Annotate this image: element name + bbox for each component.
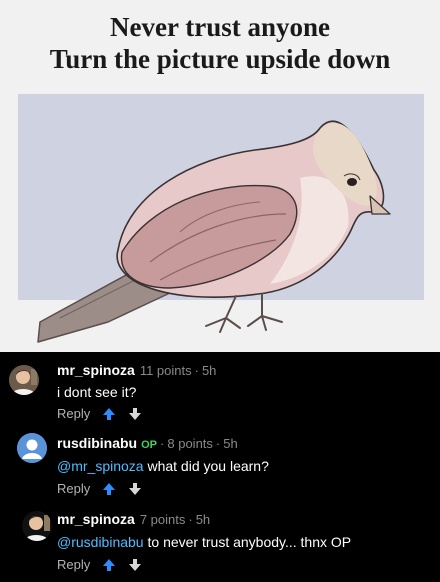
arrow-down-icon[interactable] — [128, 482, 142, 496]
comment-text: i dont see it? — [57, 384, 137, 400]
timestamp: 5h — [195, 512, 211, 527]
comment-body: @mr_spinoza what did you learn? — [57, 458, 269, 474]
username[interactable]: mr_spinoza — [57, 511, 135, 527]
reply-button[interactable]: Reply — [57, 557, 90, 572]
post-page: Never trust anyone Turn the picture upsi… — [0, 0, 440, 582]
comment-text: to never trust anybody... thnx OP — [143, 534, 352, 550]
reply-button[interactable]: Reply — [57, 481, 90, 496]
meta-separator: · — [215, 436, 221, 451]
meme-caption-line-1: Never trust anyone — [110, 12, 330, 42]
timestamp: 5h — [201, 363, 217, 378]
username[interactable]: mr_spinoza — [57, 362, 135, 378]
user-mention-link[interactable]: @rusdibinabu — [57, 534, 144, 550]
timestamp: 5h — [223, 436, 238, 451]
reply-button[interactable]: Reply — [57, 406, 90, 421]
user-silhouette-icon — [17, 433, 47, 463]
arrow-up-icon[interactable] — [102, 558, 116, 572]
meme-image: Never trust anyone Turn the picture upsi… — [0, 0, 440, 352]
avatar[interactable] — [17, 433, 47, 463]
user-photo-icon — [9, 365, 39, 395]
points-count: 11 points — [139, 363, 192, 378]
user-mention-link[interactable]: @mr_spinoza — [57, 458, 144, 474]
comment-actions: Reply — [57, 557, 154, 572]
meme-caption-line-2: Turn the picture upside down — [49, 44, 391, 74]
avatar[interactable] — [9, 365, 39, 395]
op-badge: OP — [141, 439, 158, 451]
comment-meta: mr_spinoza 7 points · 5h — [57, 511, 210, 527]
arrow-up-icon[interactable] — [102, 482, 116, 496]
arrow-down-icon[interactable] — [128, 558, 142, 572]
user-photo-icon — [22, 511, 52, 541]
meta-separator: · — [194, 363, 199, 378]
points-count: 7 points — [139, 512, 186, 527]
avatar[interactable] — [22, 511, 52, 541]
comment-meta: rusdibinabu OP · 8 points · 5h — [57, 435, 238, 451]
comment-body: i dont see it? — [57, 384, 136, 400]
points-count: 8 points — [167, 436, 213, 451]
comment-thread: mr_spinoza 11 points · 5h i dont see it? Re… — [0, 352, 440, 582]
meta-separator: · — [188, 512, 193, 527]
arrow-up-icon[interactable] — [102, 407, 116, 421]
arrow-down-icon[interactable] — [128, 407, 142, 421]
comment-actions: Reply — [57, 406, 154, 421]
comment-body: @rusdibinabu to never trust anybody... t… — [57, 534, 351, 550]
comment-text: what did you learn? — [143, 458, 269, 474]
username[interactable]: rusdibinabu — [57, 435, 137, 451]
comment-actions: Reply — [57, 481, 154, 496]
comment-meta: mr_spinoza 11 points · 5h — [57, 362, 216, 378]
meta-separator: · — [160, 436, 165, 451]
